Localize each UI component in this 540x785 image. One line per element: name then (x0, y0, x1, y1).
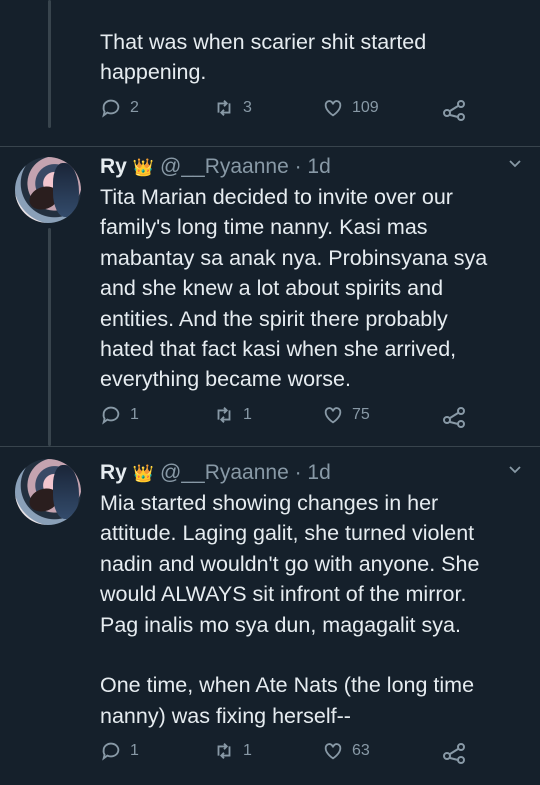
chevron-down-icon[interactable] (508, 157, 522, 171)
retweet-icon (217, 407, 231, 423)
share-icon (443, 100, 465, 121)
retweet-button[interactable]: 3 (213, 97, 252, 119)
tweet-text: Tita Marian decided to invite over our f… (100, 185, 488, 392)
tweet-header: Ry 👑 @__Ryaanne · 1d (100, 459, 331, 488)
heart-icon (324, 743, 342, 760)
avatar-detail (53, 465, 79, 519)
reply-icon (102, 742, 120, 761)
avatar[interactable] (15, 459, 81, 525)
retweet-button[interactable]: 1 (213, 740, 252, 762)
avatar[interactable] (15, 157, 81, 223)
tweet[interactable]: That was when scarier shit started happe… (0, 0, 540, 146)
like-count: 109 (352, 99, 379, 116)
reply-icon (102, 406, 120, 425)
retweet-count: 1 (243, 742, 252, 759)
retweet-icon (217, 743, 231, 759)
share-icon (443, 743, 465, 764)
heart-icon (324, 407, 342, 424)
like-count: 63 (352, 742, 370, 759)
tweet[interactable]: Ry 👑 @__Ryaanne · 1d Tita Marian decided t… (0, 147, 540, 455)
reply-count: 1 (130, 742, 139, 759)
chevron-down-icon[interactable] (508, 463, 522, 477)
like-button[interactable]: 63 (322, 740, 370, 762)
tweet[interactable]: Ry 👑 @__Ryaanne · 1d Mia started showing c… (0, 447, 540, 785)
reply-count: 1 (130, 406, 139, 423)
like-button[interactable]: 109 (322, 97, 379, 119)
share-icon (443, 407, 465, 428)
retweet-count: 1 (243, 406, 252, 423)
retweet-icon (217, 100, 231, 116)
tweet-text: That was when scarier shit started happe… (100, 30, 427, 85)
reply-button[interactable]: 1 (100, 404, 139, 426)
user-handle[interactable]: @__Ryaanne · 1d (160, 155, 331, 178)
retweet-button[interactable]: 1 (213, 404, 252, 426)
crown-emoji: 👑 (132, 464, 155, 483)
tweet-actions: 1 1 63 (100, 740, 480, 768)
display-name[interactable]: Ry (100, 155, 127, 178)
share-button[interactable] (441, 404, 467, 435)
share-button[interactable] (441, 97, 467, 128)
reply-button[interactable]: 1 (100, 740, 139, 762)
avatar-detail (53, 163, 79, 217)
like-count: 75 (352, 406, 370, 423)
reply-icon (102, 99, 120, 118)
tweet-actions: 1 1 75 (100, 404, 480, 432)
crown-emoji: 👑 (132, 158, 155, 177)
like-button[interactable]: 75 (322, 404, 370, 426)
display-name[interactable]: Ry (100, 461, 127, 484)
tweet-header: Ry 👑 @__Ryaanne · 1d (100, 153, 331, 182)
heart-icon (324, 100, 342, 117)
retweet-count: 3 (243, 99, 252, 116)
share-button[interactable] (441, 740, 467, 771)
reply-count: 2 (130, 99, 139, 116)
tweet-text: Mia started showing changes in her attit… (100, 491, 480, 728)
tweet-actions: 2 3 109 (100, 97, 480, 125)
reply-button[interactable]: 2 (100, 97, 139, 119)
user-handle[interactable]: @__Ryaanne · 1d (160, 461, 331, 484)
